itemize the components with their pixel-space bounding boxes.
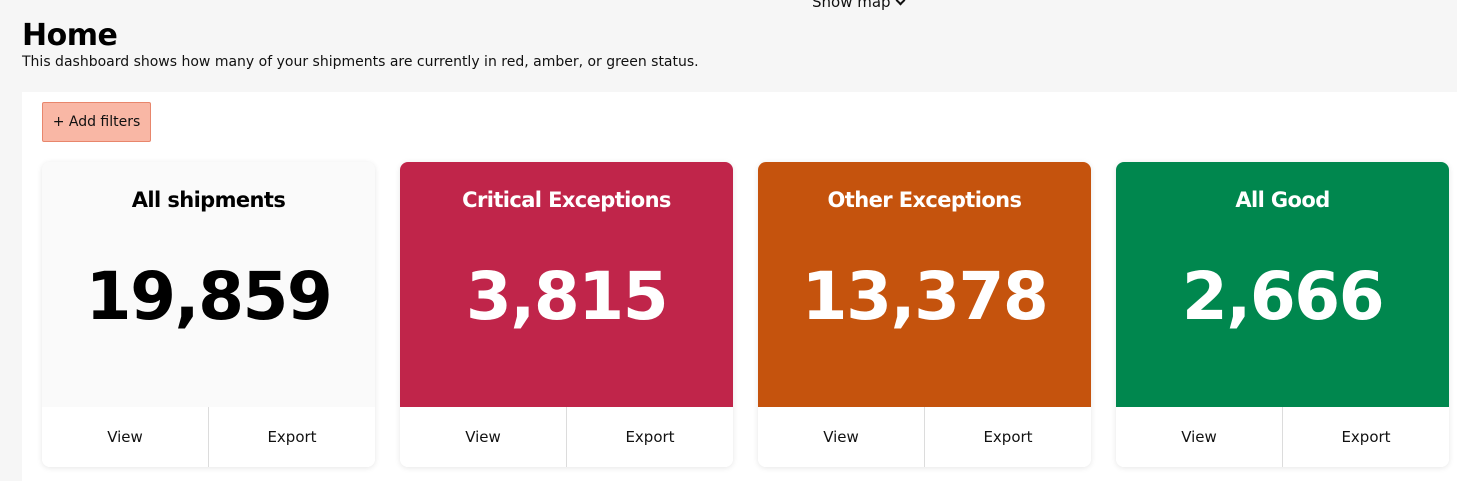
view-button[interactable]: View <box>42 407 208 467</box>
show-map-toggle[interactable]: Show map <box>812 0 906 11</box>
page-subtitle: This dashboard shows how many of your sh… <box>22 54 699 70</box>
export-button[interactable]: Export <box>566 407 733 467</box>
card-actions: View Export <box>758 407 1091 467</box>
dashboard-panel: + Add filters All shipments 19,859 View … <box>22 92 1457 481</box>
page-title: Home <box>22 18 118 53</box>
card-count: 13,378 <box>801 258 1049 335</box>
card-critical-exceptions: Critical Exceptions 3,815 View Export <box>400 162 733 467</box>
card-actions: View Export <box>42 407 375 467</box>
card-title: All shipments <box>131 188 286 212</box>
export-button[interactable]: Export <box>1282 407 1449 467</box>
chevron-down-icon <box>895 0 906 5</box>
card-count: 2,666 <box>1181 258 1385 335</box>
export-button[interactable]: Export <box>924 407 1091 467</box>
add-filters-button[interactable]: + Add filters <box>42 102 151 142</box>
view-button[interactable]: View <box>758 407 924 467</box>
card-title: Other Exceptions <box>827 188 1022 212</box>
card-title: All Good <box>1235 188 1330 212</box>
view-button[interactable]: View <box>400 407 566 467</box>
card-actions: View Export <box>1116 407 1449 467</box>
export-button[interactable]: Export <box>208 407 375 467</box>
card-title: Critical Exceptions <box>462 188 671 212</box>
card-actions: View Export <box>400 407 733 467</box>
card-header: All Good 2,666 <box>1116 162 1449 407</box>
view-button[interactable]: View <box>1116 407 1282 467</box>
card-header: All shipments 19,859 <box>42 162 375 407</box>
card-count: 3,815 <box>465 258 669 335</box>
card-count: 19,859 <box>85 258 333 335</box>
card-header: Critical Exceptions 3,815 <box>400 162 733 407</box>
card-all-good: All Good 2,666 View Export <box>1116 162 1449 467</box>
card-other-exceptions: Other Exceptions 13,378 View Export <box>758 162 1091 467</box>
card-all-shipments: All shipments 19,859 View Export <box>42 162 375 467</box>
card-header: Other Exceptions 13,378 <box>758 162 1091 407</box>
show-map-label: Show map <box>812 0 891 11</box>
